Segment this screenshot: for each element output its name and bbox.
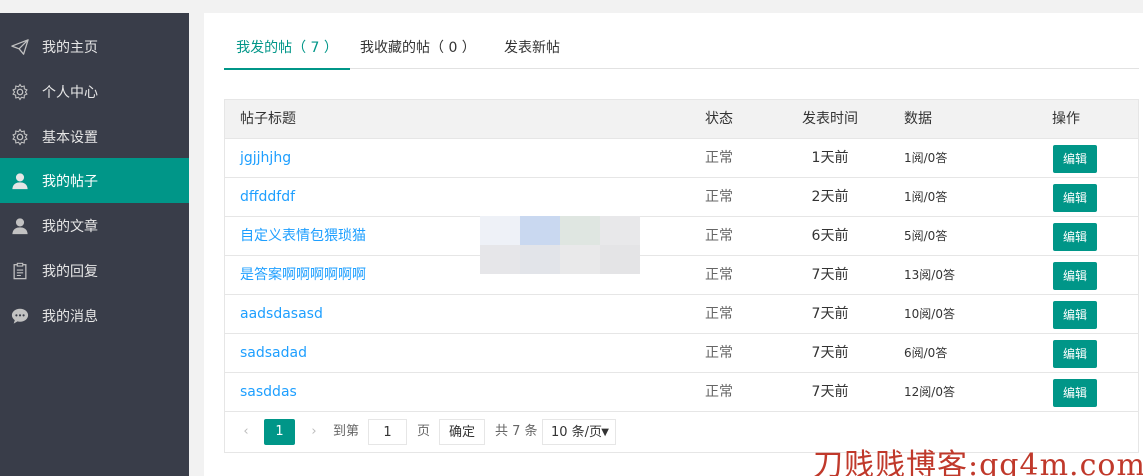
post-status: 正常 bbox=[705, 384, 733, 400]
table-row: 是答案啊啊啊啊啊啊 正常 7天前 13阅/0答 编辑 bbox=[225, 256, 1138, 295]
tab-new-post[interactable]: 发表新帖 bbox=[496, 33, 568, 69]
post-time: 7天前 bbox=[811, 384, 849, 400]
post-title-link[interactable]: aadsdasasd bbox=[240, 295, 323, 334]
chat-bubble-icon bbox=[10, 306, 30, 326]
next-page-button[interactable]: › bbox=[303, 419, 325, 445]
posts-table: 帖子标题 状态 发表时间 数据 操作 jgjjhjhg 正常 1天前 1阅/0答… bbox=[224, 99, 1139, 453]
page-size-select[interactable]: 10 条/页 ▼ bbox=[542, 419, 616, 445]
sidebar-item-label: 我的主页 bbox=[42, 39, 98, 56]
table-row: 自定义表情包猥琐猫 正常 6天前 5阅/0答 编辑 bbox=[225, 217, 1138, 256]
post-stats: 10阅/0答 bbox=[904, 307, 955, 321]
post-status: 正常 bbox=[705, 150, 733, 166]
gear-icon bbox=[10, 82, 30, 102]
post-time: 7天前 bbox=[811, 306, 849, 322]
sidebar-item-label: 个人中心 bbox=[42, 84, 98, 101]
post-title-link[interactable]: dffddfdf bbox=[240, 178, 295, 217]
page-size-value: 10 条/页 bbox=[551, 425, 603, 440]
goto-page-input[interactable]: 1 bbox=[368, 419, 407, 445]
user-icon bbox=[10, 171, 30, 191]
header-data: 数据 bbox=[904, 111, 932, 127]
page-unit-label: 页 bbox=[417, 424, 431, 439]
edit-button[interactable]: 编辑 bbox=[1053, 184, 1097, 212]
sidebar-item-label: 基本设置 bbox=[42, 129, 98, 146]
post-stats: 5阅/0答 bbox=[904, 229, 948, 243]
sidebar-item-home[interactable]: 我的主页 bbox=[0, 24, 189, 69]
sidebar-item-label: 我的文章 bbox=[42, 218, 98, 235]
sidebar-item-label: 我的帖子 bbox=[42, 173, 98, 190]
post-stats: 13阅/0答 bbox=[904, 268, 955, 282]
total-count: 共 7 条 bbox=[495, 424, 538, 439]
table-row: sadsadad 正常 7天前 6阅/0答 编辑 bbox=[225, 334, 1138, 373]
table-row: aadsdasasd 正常 7天前 10阅/0答 编辑 bbox=[225, 295, 1138, 334]
post-time: 2天前 bbox=[811, 189, 849, 205]
post-status: 正常 bbox=[705, 306, 733, 322]
sidebar-item-label: 我的消息 bbox=[42, 308, 98, 325]
paper-plane-icon bbox=[10, 37, 30, 57]
post-stats: 1阅/0答 bbox=[904, 151, 948, 165]
caret-down-icon: ▼ bbox=[601, 427, 609, 438]
post-title-link[interactable]: sasddas bbox=[240, 373, 297, 412]
sidebar-item-my-articles[interactable]: 我的文章 bbox=[0, 203, 189, 248]
post-title-link[interactable]: 自定义表情包猥琐猫 bbox=[240, 217, 366, 256]
post-stats: 1阅/0答 bbox=[904, 190, 948, 204]
post-time: 6天前 bbox=[811, 228, 849, 244]
table-header: 帖子标题 状态 发表时间 数据 操作 bbox=[225, 100, 1138, 139]
post-status: 正常 bbox=[705, 228, 733, 244]
edit-button[interactable]: 编辑 bbox=[1053, 262, 1097, 290]
user-icon bbox=[10, 216, 30, 236]
edit-button[interactable]: 编辑 bbox=[1053, 379, 1097, 407]
post-status: 正常 bbox=[705, 345, 733, 361]
sidebar-item-label: 我的回复 bbox=[42, 263, 98, 280]
blurred-overlay bbox=[480, 216, 640, 274]
post-stats: 12阅/0答 bbox=[904, 385, 955, 399]
post-title-link[interactable]: 是答案啊啊啊啊啊啊 bbox=[240, 256, 366, 295]
tab-bar: 我发的帖（ 7 ） 我收藏的帖（ 0 ） 发表新帖 bbox=[224, 33, 1139, 70]
sidebar: 我的主页 个人中心 基本设置 我的帖子 我的文章 我的回复 我的消息 bbox=[0, 13, 189, 476]
sidebar-item-my-replies[interactable]: 我的回复 bbox=[0, 248, 189, 293]
watermark-text: 刀贱贱博客:qq4m.com bbox=[813, 448, 1143, 476]
edit-button[interactable]: 编辑 bbox=[1053, 301, 1097, 329]
edit-button[interactable]: 编辑 bbox=[1053, 223, 1097, 251]
tab-my-posts[interactable]: 我发的帖（ 7 ） bbox=[224, 33, 350, 70]
header-title: 帖子标题 bbox=[240, 111, 296, 127]
current-page-button[interactable]: 1 bbox=[264, 419, 295, 445]
post-status: 正常 bbox=[705, 267, 733, 283]
post-title-link[interactable]: jgjjhjhg bbox=[240, 139, 291, 178]
sidebar-item-my-messages[interactable]: 我的消息 bbox=[0, 293, 189, 338]
tab-my-favorites[interactable]: 我收藏的帖（ 0 ） bbox=[360, 33, 476, 69]
goto-label: 到第 bbox=[333, 424, 360, 439]
post-title-link[interactable]: sadsadad bbox=[240, 334, 307, 373]
prev-page-button[interactable]: ‹ bbox=[235, 419, 257, 445]
post-time: 7天前 bbox=[811, 345, 849, 361]
header-status: 状态 bbox=[705, 111, 733, 127]
sidebar-item-my-posts[interactable]: 我的帖子 bbox=[0, 158, 189, 203]
edit-button[interactable]: 编辑 bbox=[1053, 340, 1097, 368]
table-row: sasddas 正常 7天前 12阅/0答 编辑 bbox=[225, 373, 1138, 412]
post-time: 7天前 bbox=[811, 267, 849, 283]
post-stats: 6阅/0答 bbox=[904, 346, 948, 360]
sidebar-item-profile[interactable]: 个人中心 bbox=[0, 69, 189, 114]
header-op: 操作 bbox=[1052, 111, 1080, 127]
gear-icon bbox=[10, 127, 30, 147]
post-status: 正常 bbox=[705, 189, 733, 205]
header-time: 发表时间 bbox=[802, 111, 858, 127]
post-time: 1天前 bbox=[811, 150, 849, 166]
clipboard-icon bbox=[10, 261, 30, 281]
table-row: jgjjhjhg 正常 1天前 1阅/0答 编辑 bbox=[225, 139, 1138, 178]
edit-button[interactable]: 编辑 bbox=[1053, 145, 1097, 173]
sidebar-item-settings[interactable]: 基本设置 bbox=[0, 114, 189, 159]
table-row: dffddfdf 正常 2天前 1阅/0答 编辑 bbox=[225, 178, 1138, 217]
main-panel: 我发的帖（ 7 ） 我收藏的帖（ 0 ） 发表新帖 帖子标题 状态 发表时间 数… bbox=[204, 13, 1143, 476]
goto-confirm-button[interactable]: 确定 bbox=[439, 419, 485, 445]
